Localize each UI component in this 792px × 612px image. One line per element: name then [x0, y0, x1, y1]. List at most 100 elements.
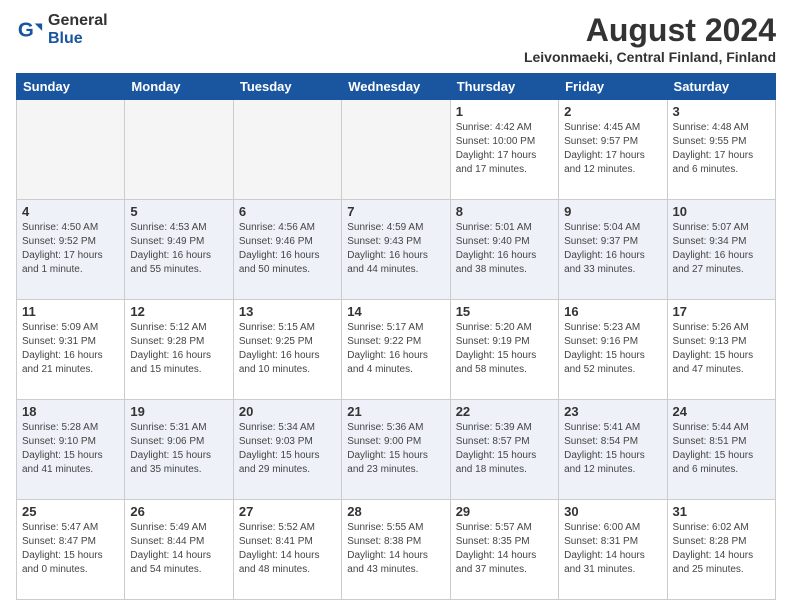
day-number: 22: [456, 404, 553, 419]
logo: G General Blue: [16, 12, 108, 47]
day-info: Sunrise: 6:00 AM Sunset: 8:31 PM Dayligh…: [564, 521, 661, 577]
col-tuesday: Tuesday: [233, 74, 341, 100]
calendar-cell: 7 Sunrise: 4:59 AM Sunset: 9:43 PM Daylig…: [342, 200, 450, 300]
day-number: 5: [130, 204, 227, 219]
calendar-cell: [233, 100, 341, 200]
calendar-header-row: Sunday Monday Tuesday Wednesday Thursday…: [17, 74, 776, 100]
calendar-cell: 26 Sunrise: 5:49 AM Sunset: 8:44 PM Dayli…: [125, 500, 233, 600]
calendar-cell: 5 Sunrise: 4:53 AM Sunset: 9:49 PM Daylig…: [125, 200, 233, 300]
calendar-cell: 15 Sunrise: 5:20 AM Sunset: 9:19 PM Dayli…: [450, 300, 558, 400]
day-number: 2: [564, 104, 661, 119]
day-number: 1: [456, 104, 553, 119]
day-number: 17: [673, 304, 770, 319]
day-number: 26: [130, 504, 227, 519]
day-info: Sunrise: 5:26 AM Sunset: 9:13 PM Dayligh…: [673, 321, 770, 377]
calendar-cell: 22Sunrise: 5:39 AM Sunset: 8:57 PM Dayli…: [450, 400, 558, 500]
day-info: Sunrise: 5:04 AM Sunset: 9:37 PM Dayligh…: [564, 221, 661, 277]
day-info: Sunrise: 5:34 AM Sunset: 9:03 PM Dayligh…: [239, 421, 336, 477]
main-title: August 2024: [524, 12, 776, 49]
calendar-table: Sunday Monday Tuesday Wednesday Thursday…: [16, 73, 776, 600]
calendar-cell: [17, 100, 125, 200]
calendar-cell: 17 Sunrise: 5:26 AM Sunset: 9:13 PM Dayli…: [667, 300, 775, 400]
day-number: 31: [673, 504, 770, 519]
calendar-cell: 29Sunrise: 5:57 AM Sunset: 8:35 PM Dayli…: [450, 500, 558, 600]
day-number: 23: [564, 404, 661, 419]
day-info: Sunrise: 5:07 AM Sunset: 9:34 PM Dayligh…: [673, 221, 770, 277]
day-info: Sunrise: 6:02 AM Sunset: 8:28 PM Dayligh…: [673, 521, 770, 577]
calendar-cell: 20 Sunrise: 5:34 AM Sunset: 9:03 PM Dayli…: [233, 400, 341, 500]
day-info: Sunrise: 5:52 AM Sunset: 8:41 PM Dayligh…: [239, 521, 336, 577]
day-number: 16: [564, 304, 661, 319]
day-number: 28: [347, 504, 444, 519]
subtitle: Leivonmaeki, Central Finland, Finland: [524, 49, 776, 65]
col-monday: Monday: [125, 74, 233, 100]
day-info: Sunrise: 5:17 AM Sunset: 9:22 PM Dayligh…: [347, 321, 444, 377]
col-wednesday: Wednesday: [342, 74, 450, 100]
day-number: 21: [347, 404, 444, 419]
day-info: Sunrise: 5:28 AM Sunset: 9:10 PM Dayligh…: [22, 421, 119, 477]
day-info: Sunrise: 4:56 AM Sunset: 9:46 PM Dayligh…: [239, 221, 336, 277]
day-number: 12: [130, 304, 227, 319]
day-number: 7: [347, 204, 444, 219]
calendar-row: 4 Sunrise: 4:50 AM Sunset: 9:52 PM Daylig…: [17, 200, 776, 300]
calendar-cell: 1 Sunrise: 4:42 AM Sunset: 10:00 PM Dayli…: [450, 100, 558, 200]
day-number: 20: [239, 404, 336, 419]
day-info: Sunrise: 5:36 AM Sunset: 9:00 PM Dayligh…: [347, 421, 444, 477]
day-number: 10: [673, 204, 770, 219]
day-number: 15: [456, 304, 553, 319]
day-number: 18: [22, 404, 119, 419]
calendar-cell: 25 Sunrise: 5:47 AM Sunset: 8:47 PM Dayli…: [17, 500, 125, 600]
day-info: Sunrise: 4:50 AM Sunset: 9:52 PM Dayligh…: [22, 221, 119, 277]
day-info: Sunrise: 4:59 AM Sunset: 9:43 PM Dayligh…: [347, 221, 444, 277]
calendar-cell: 23 Sunrise: 5:41 AM Sunset: 8:54 PM Dayli…: [559, 400, 667, 500]
day-info: Sunrise: 5:47 AM Sunset: 8:47 PM Dayligh…: [22, 521, 119, 577]
day-info: Sunrise: 5:41 AM Sunset: 8:54 PM Dayligh…: [564, 421, 661, 477]
calendar-cell: 14 Sunrise: 5:17 AM Sunset: 9:22 PM Dayli…: [342, 300, 450, 400]
day-number: 29: [456, 504, 553, 519]
calendar-cell: 27 Sunrise: 5:52 AM Sunset: 8:41 PM Dayli…: [233, 500, 341, 600]
day-number: 30: [564, 504, 661, 519]
calendar-cell: 8Sunrise: 5:01 AM Sunset: 9:40 PM Daylig…: [450, 200, 558, 300]
calendar-cell: 3Sunrise: 4:48 AM Sunset: 9:55 PM Daylig…: [667, 100, 775, 200]
col-friday: Friday: [559, 74, 667, 100]
calendar-cell: 12Sunrise: 5:12 AM Sunset: 9:28 PM Dayli…: [125, 300, 233, 400]
day-info: Sunrise: 5:15 AM Sunset: 9:25 PM Dayligh…: [239, 321, 336, 377]
day-number: 6: [239, 204, 336, 219]
svg-text:G: G: [18, 18, 34, 41]
calendar-row: 25 Sunrise: 5:47 AM Sunset: 8:47 PM Dayli…: [17, 500, 776, 600]
day-info: Sunrise: 4:45 AM Sunset: 9:57 PM Dayligh…: [564, 121, 661, 177]
calendar-cell: 9Sunrise: 5:04 AM Sunset: 9:37 PM Daylig…: [559, 200, 667, 300]
day-number: 24: [673, 404, 770, 419]
calendar-row: 11 Sunrise: 5:09 AM Sunset: 9:31 PM Dayli…: [17, 300, 776, 400]
calendar-cell: 31 Sunrise: 6:02 AM Sunset: 8:28 PM Dayli…: [667, 500, 775, 600]
day-info: Sunrise: 4:53 AM Sunset: 9:49 PM Dayligh…: [130, 221, 227, 277]
day-number: 14: [347, 304, 444, 319]
day-info: Sunrise: 5:55 AM Sunset: 8:38 PM Dayligh…: [347, 521, 444, 577]
calendar-cell: 28 Sunrise: 5:55 AM Sunset: 8:38 PM Dayli…: [342, 500, 450, 600]
day-number: 19: [130, 404, 227, 419]
logo-icon: G: [16, 16, 44, 44]
calendar-cell: 2 Sunrise: 4:45 AM Sunset: 9:57 PM Daylig…: [559, 100, 667, 200]
day-number: 25: [22, 504, 119, 519]
day-number: 11: [22, 304, 119, 319]
logo-general-text: General: [48, 12, 108, 30]
col-saturday: Saturday: [667, 74, 775, 100]
title-block: August 2024 Leivonmaeki, Central Finland…: [524, 12, 776, 65]
calendar-row: 1 Sunrise: 4:42 AM Sunset: 10:00 PM Dayli…: [17, 100, 776, 200]
calendar-cell: 30 Sunrise: 6:00 AM Sunset: 8:31 PM Dayli…: [559, 500, 667, 600]
day-info: Sunrise: 5:23 AM Sunset: 9:16 PM Dayligh…: [564, 321, 661, 377]
day-number: 4: [22, 204, 119, 219]
day-number: 27: [239, 504, 336, 519]
col-thursday: Thursday: [450, 74, 558, 100]
calendar-cell: 10 Sunrise: 5:07 AM Sunset: 9:34 PM Dayli…: [667, 200, 775, 300]
day-info: Sunrise: 5:20 AM Sunset: 9:19 PM Dayligh…: [456, 321, 553, 377]
day-info: Sunrise: 4:42 AM Sunset: 10:00 PM Daylig…: [456, 121, 553, 177]
calendar-cell: 24Sunrise: 5:44 AM Sunset: 8:51 PM Dayli…: [667, 400, 775, 500]
calendar-cell: 13Sunrise: 5:15 AM Sunset: 9:25 PM Dayli…: [233, 300, 341, 400]
calendar-cell: 11 Sunrise: 5:09 AM Sunset: 9:31 PM Dayli…: [17, 300, 125, 400]
day-info: Sunrise: 5:49 AM Sunset: 8:44 PM Dayligh…: [130, 521, 227, 577]
calendar-cell: 21 Sunrise: 5:36 AM Sunset: 9:00 PM Dayli…: [342, 400, 450, 500]
col-sunday: Sunday: [17, 74, 125, 100]
day-info: Sunrise: 5:09 AM Sunset: 9:31 PM Dayligh…: [22, 321, 119, 377]
logo-blue-text: Blue: [48, 30, 108, 48]
